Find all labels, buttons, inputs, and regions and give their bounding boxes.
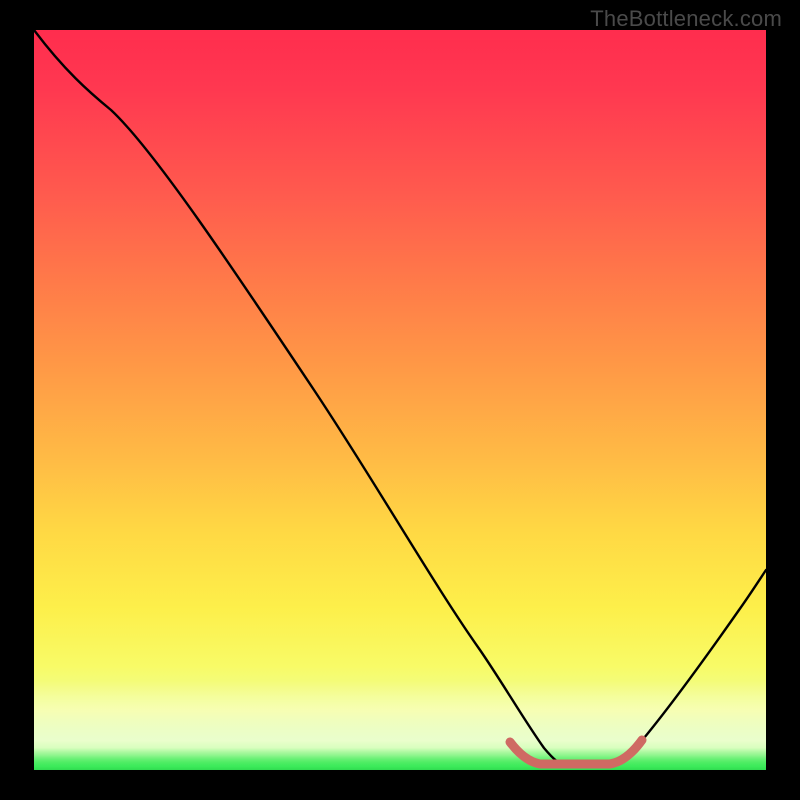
curve-layer [34, 30, 766, 770]
chart-frame: TheBottleneck.com [0, 0, 800, 800]
plot-area [34, 30, 766, 770]
sweet-spot-marker [510, 740, 642, 764]
bottleneck-curve [34, 30, 766, 766]
watermark-text: TheBottleneck.com [590, 6, 782, 32]
